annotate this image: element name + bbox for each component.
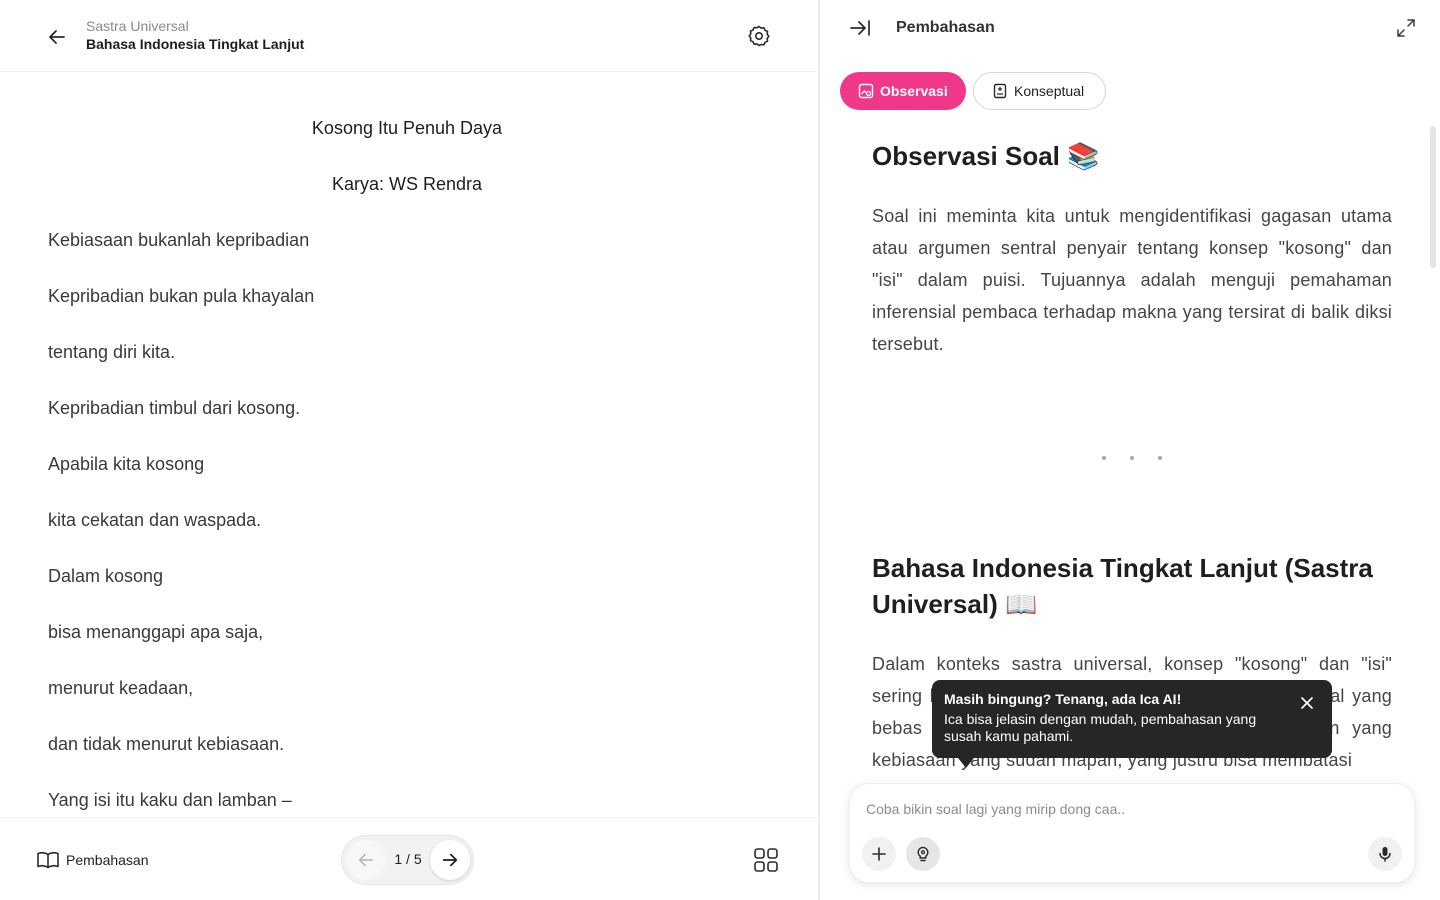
poem-line: bisa menanggapi apa saja, (48, 622, 264, 642)
settings-button[interactable] (742, 19, 776, 53)
ai-chat-box (849, 783, 1415, 883)
poem-line: menurut keadaan, (48, 678, 194, 698)
tab-observasi[interactable]: Observasi (840, 72, 966, 110)
poem-line: Kebiasaan bukanlah kepribadian (48, 230, 310, 250)
lightbulb-icon (917, 846, 929, 862)
grid-icon (754, 848, 778, 872)
reading-footer: Pembahasan 1 / 5 (0, 817, 818, 900)
chat-attach-button[interactable] (862, 837, 896, 871)
section-separator (1102, 456, 1162, 460)
back-button[interactable] (40, 20, 74, 54)
question-grid-button[interactable] (752, 846, 780, 874)
arrow-left-icon (49, 30, 65, 44)
poem-reader: Kosong Itu Penuh Daya Karya: WS Rendra K… (0, 72, 818, 817)
expand-panel-button[interactable] (1394, 16, 1418, 40)
arrow-right-icon (442, 853, 458, 867)
tooltip-body: Ica bisa jelasin dengan mudah, pembahasa… (944, 711, 1257, 744)
separator-dot (1130, 456, 1134, 460)
breadcrumb-subject: Sastra Universal (86, 18, 189, 34)
tab-konseptual-label: Konseptual (1014, 83, 1085, 99)
pagination: 1 / 5 (341, 835, 474, 885)
reading-header: Sastra Universal Bahasa Indonesia Tingka… (0, 0, 818, 72)
poem-line: Apabila kita kosong (48, 454, 205, 474)
image-search-icon (858, 83, 874, 99)
poem-line: Dalam kosong (48, 566, 164, 586)
poem-line: Yang isi itu kaku dan lamban – (48, 790, 292, 810)
gear-icon (748, 25, 770, 47)
poem-line: tentang diri kita. (48, 342, 176, 362)
discussion-toggle-button[interactable]: Pembahasan (36, 850, 149, 870)
poem-line: Kepribadian timbul dari kosong. (48, 398, 301, 418)
separator-dot (1102, 456, 1106, 460)
collapse-right-icon (850, 20, 870, 36)
microphone-icon (1379, 847, 1391, 862)
poem-title: Kosong Itu Penuh Daya (311, 118, 503, 138)
breadcrumb-title: Bahasa Indonesia Tingkat Lanjut (86, 36, 305, 52)
tab-konseptual[interactable]: Konseptual (973, 72, 1106, 110)
reading-pane: Sastra Universal Bahasa Indonesia Tingka… (0, 0, 818, 900)
chat-suggestion-button[interactable] (906, 837, 940, 871)
plus-icon (872, 847, 886, 861)
poem-line: Kepribadian bukan pula khayalan (48, 286, 315, 306)
scrollbar-thumb[interactable] (1430, 126, 1436, 268)
app: Sastra Universal Bahasa Indonesia Tingka… (0, 0, 1440, 900)
discussion-toggle-label: Pembahasan (66, 852, 149, 868)
close-icon (1301, 697, 1313, 709)
ai-helper-tooltip: Masih bingung? Tenang, ada Ica AI! Ica b… (932, 680, 1332, 768)
poem-line: kita cekatan dan waspada. (48, 510, 262, 530)
panel-title: Pembahasan (896, 19, 995, 36)
book-open-icon (37, 851, 59, 869)
expand-icon (1397, 19, 1415, 37)
arrow-left-icon (358, 853, 374, 867)
section-text-observasi: Soal ini meminta kita untuk mengidentifi… (872, 206, 1392, 354)
tooltip-title: Masih bingung? Tenang, ada Ica AI! (944, 691, 1182, 707)
section-heading-observasi: Observasi Soal 📚 (872, 141, 1100, 171)
separator-dot (1158, 456, 1162, 460)
page-indicator: 1 / 5 (394, 851, 422, 867)
tooltip-close-button[interactable] (1298, 694, 1316, 712)
next-page-button[interactable] (430, 840, 470, 880)
collapse-panel-button[interactable] (846, 14, 874, 42)
tab-observasi-label: Observasi (880, 83, 948, 99)
chat-voice-button[interactable] (1368, 837, 1402, 871)
chat-input[interactable] (866, 798, 1386, 820)
discussion-panel: Pembahasan Observasi Konseptual Observas… (820, 0, 1440, 900)
document-icon (993, 83, 1007, 99)
previous-page-button[interactable] (346, 840, 386, 880)
section-heading-subject: Bahasa Indonesia Tingkat Lanjut (Sastra … (872, 553, 1373, 619)
poem-author: Karya: WS Rendra (331, 174, 483, 194)
poem-line: dan tidak menurut kebiasaan. (48, 734, 285, 754)
